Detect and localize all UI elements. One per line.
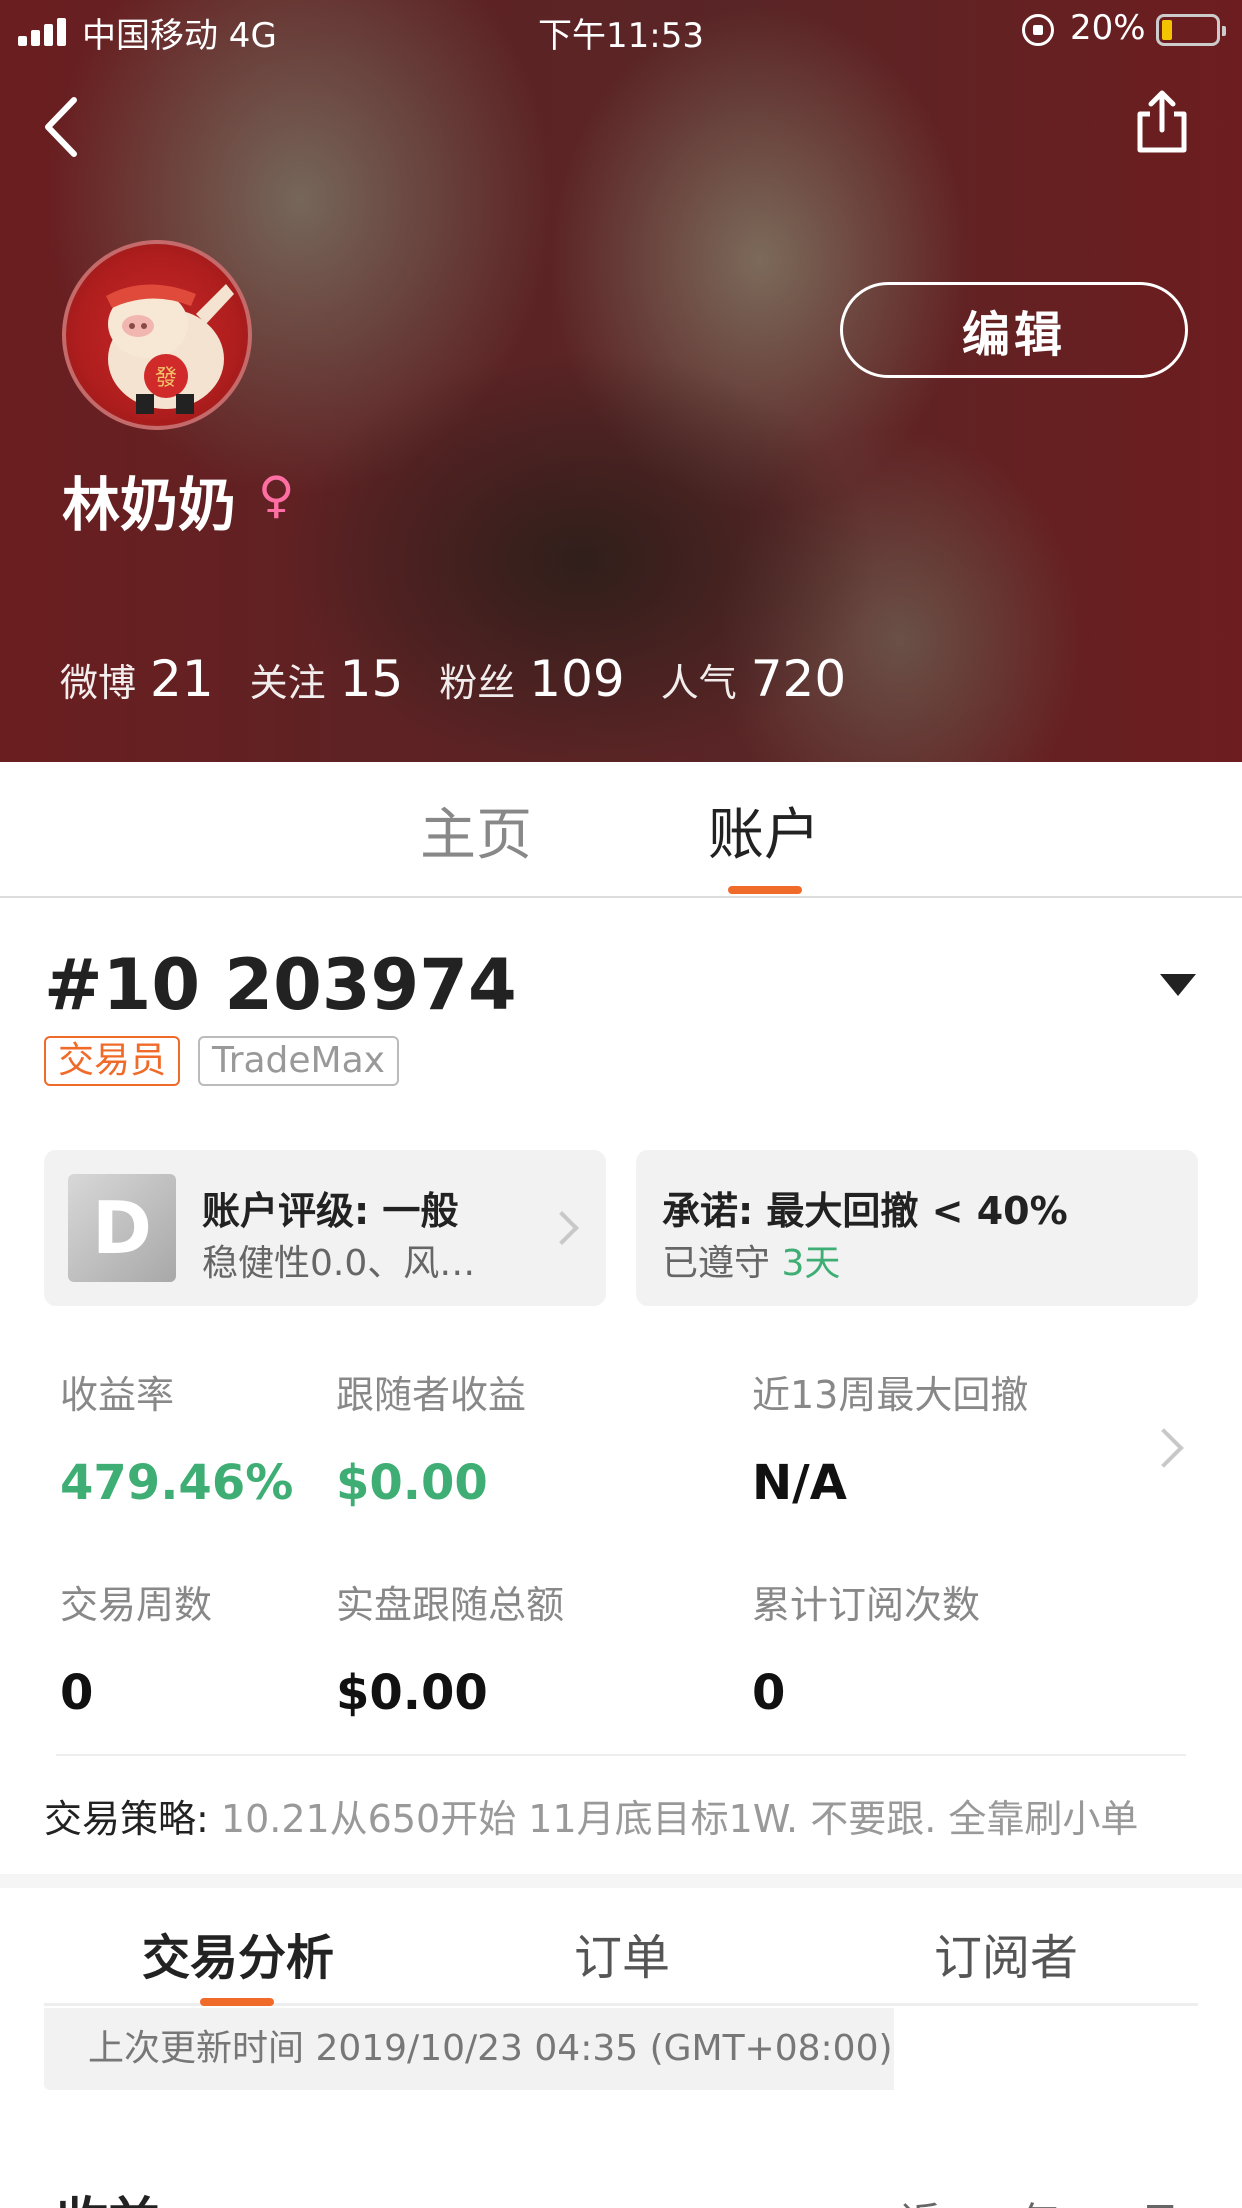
stat-label: 人气 xyxy=(660,661,737,705)
active-subtab-indicator xyxy=(200,1998,274,2006)
rating-title: 账户评级: 一般 xyxy=(202,1189,459,1233)
metric-max-drawdown[interactable]: 近13周最大回撤 N/A xyxy=(752,1364,1028,1511)
metric-label: 收益率 xyxy=(60,1373,175,1417)
account-number: #10 203974 xyxy=(44,944,517,1026)
trading-strategy: 交易策略: 10.21从650开始 11月底目标1W. 不要跟. 全靠刷小单 xyxy=(44,1788,1138,1843)
metric-label: 实盘跟随总额 xyxy=(336,1583,565,1627)
back-arrow-icon[interactable] xyxy=(38,92,88,162)
stat-followers[interactable]: 粉丝 109 xyxy=(439,650,624,708)
strategy-text: 10.21从650开始 11月底目标1W. 不要跟. 全靠刷小单 xyxy=(208,1797,1139,1841)
stat-label: 关注 xyxy=(249,661,326,705)
stat-weibo[interactable]: 微博 21 xyxy=(60,650,214,708)
active-tab-indicator xyxy=(728,886,802,894)
main-tabs: 主页 账户 xyxy=(0,762,1242,898)
status-bar: 中国移动 4G 下午11:53 20% xyxy=(0,0,1242,60)
divider xyxy=(56,1754,1186,1756)
battery-percent: 20% xyxy=(1070,8,1146,48)
username: 林奶奶 xyxy=(62,471,237,539)
metric-subscription-count: 累计订阅次数 0 xyxy=(752,1574,980,1721)
stat-value: 109 xyxy=(529,650,625,708)
metric-value: N/A xyxy=(752,1455,847,1511)
strategy-label: 交易策略: xyxy=(44,1797,209,1841)
metric-label: 交易周数 xyxy=(60,1583,213,1627)
section-title-returns: 收益 xyxy=(56,2180,160,2208)
dropdown-caret-icon[interactable] xyxy=(1160,974,1196,996)
orientation-lock-icon xyxy=(1022,14,1054,46)
metric-label: 近13周最大回撤 xyxy=(752,1373,1029,1417)
tab-home[interactable]: 主页 xyxy=(420,790,532,871)
tab-account[interactable]: 账户 xyxy=(708,790,820,871)
section-separator xyxy=(0,1874,1242,1888)
rating-subtitle: 稳健性0.0、风… xyxy=(202,1243,476,1284)
sub-tabs: 交易分析 订单 订阅者 xyxy=(44,1888,1198,2006)
stat-value: 15 xyxy=(339,650,404,708)
chevron-right-icon xyxy=(545,1211,579,1245)
tab-subscribers[interactable]: 订阅者 xyxy=(934,1918,1078,1988)
metric-value: 0 xyxy=(60,1665,94,1721)
metric-trading-weeks: 交易周数 0 xyxy=(60,1574,212,1721)
chevron-right-icon[interactable] xyxy=(1144,1428,1184,1468)
stat-following[interactable]: 关注 15 xyxy=(250,650,404,708)
role-tag: 交易员 xyxy=(44,1036,181,1086)
promise-title: 承诺: 最大回撤 < 40% xyxy=(662,1189,1068,1233)
profile-header: 中国移动 4G 下午11:53 20% 發 编辑 林奶奶 ♀ 微博 21 关注 … xyxy=(0,0,1242,762)
metric-follower-profit: 跟随者收益 $0.00 xyxy=(336,1364,526,1511)
metric-return-rate: 收益率 479.46% xyxy=(60,1364,293,1511)
range-selector[interactable]: 近一年一日 xyxy=(900,2190,1200,2208)
tab-orders[interactable]: 订单 xyxy=(574,1918,670,1988)
metric-value: 479.46% xyxy=(60,1455,294,1511)
pig-avatar-icon: 發 xyxy=(106,284,234,414)
metric-value: $0.00 xyxy=(336,1665,488,1721)
promise-status: 已遵守 xyxy=(662,1243,771,1284)
edit-profile-button[interactable]: 编辑 xyxy=(840,282,1188,378)
female-gender-icon: ♀ xyxy=(258,466,295,524)
metric-label: 跟随者收益 xyxy=(336,1373,527,1417)
share-icon[interactable] xyxy=(1132,88,1192,156)
promise-subtitle: 已遵守 3天 xyxy=(662,1234,840,1286)
metric-label: 累计订阅次数 xyxy=(752,1583,981,1627)
clock: 下午11:53 xyxy=(538,16,704,56)
stat-label: 粉丝 xyxy=(439,661,516,705)
avatar[interactable]: 發 xyxy=(62,240,252,430)
account-rating-card[interactable]: D 账户评级: 一般 稳健性0.0、风… xyxy=(44,1150,606,1306)
svg-text:發: 發 xyxy=(155,366,177,391)
stat-popularity: 人气 720 xyxy=(661,650,846,708)
grade-badge: D xyxy=(68,1174,176,1282)
battery-icon xyxy=(1156,14,1226,46)
profile-stats: 微博 21 关注 15 粉丝 109 人气 720 xyxy=(60,650,882,708)
stat-value: 21 xyxy=(150,650,214,708)
metric-live-follow-total: 实盘跟随总额 $0.00 xyxy=(336,1574,564,1721)
tab-trade-analysis[interactable]: 交易分析 xyxy=(142,1918,334,1988)
metric-value: 0 xyxy=(752,1665,786,1721)
last-update-banner: 上次更新时间 2019/10/23 04:35 (GMT+08:00) xyxy=(44,2008,894,2090)
platform-tag: TradeMax xyxy=(198,1036,399,1086)
promise-card[interactable]: 承诺: 最大回撤 < 40% 已遵守 3天 xyxy=(636,1150,1198,1306)
stat-value: 720 xyxy=(750,650,847,708)
metric-value: $0.00 xyxy=(336,1455,488,1511)
stat-label: 微博 xyxy=(60,661,137,705)
promise-days: 3天 xyxy=(781,1243,841,1284)
